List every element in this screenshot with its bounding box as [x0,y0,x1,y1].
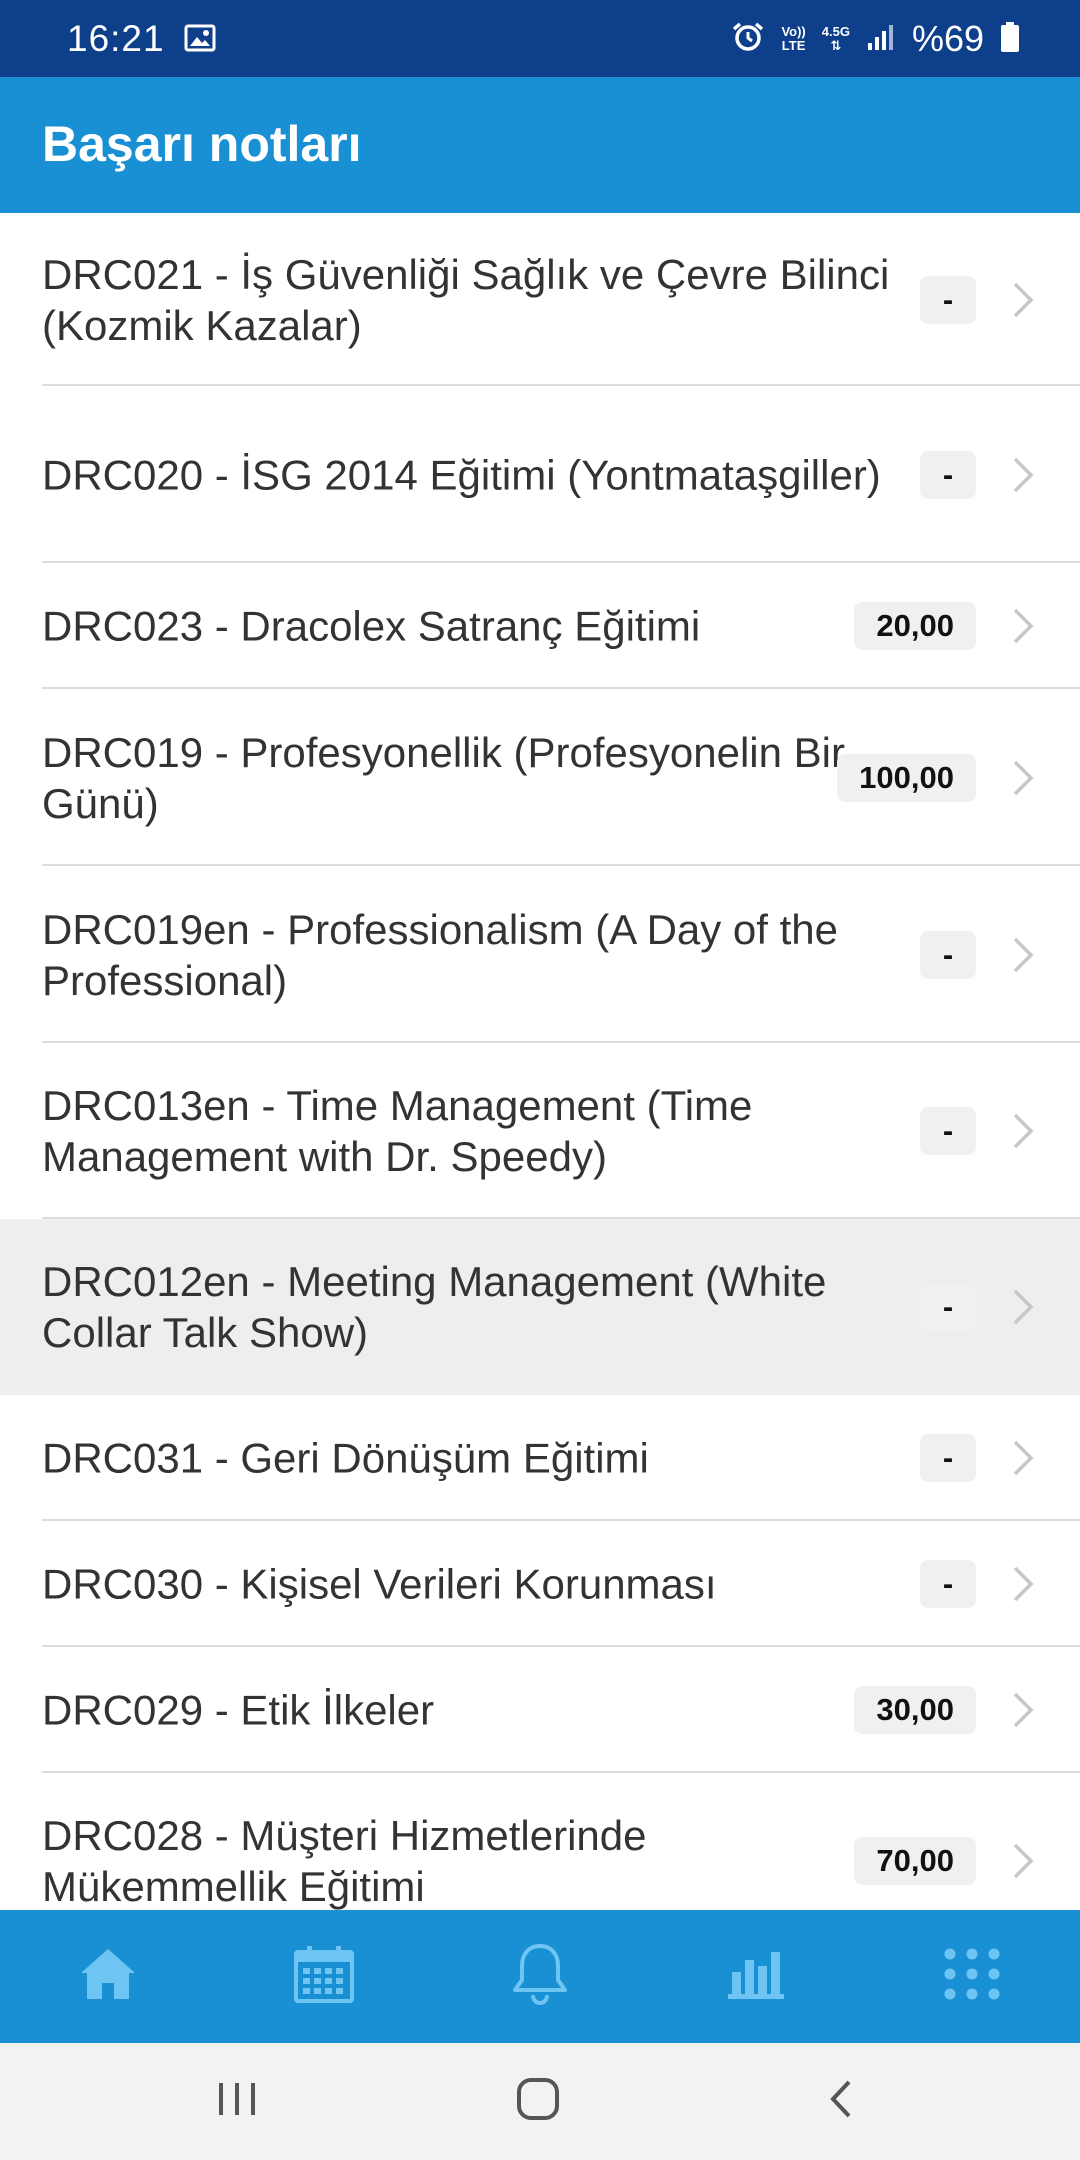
list-item[interactable]: DRC019 - Profesyonellik (Profesyonelin B… [0,689,1080,866]
chevron-right-icon [1012,456,1034,494]
list-item[interactable]: DRC013en - Time Management (Time Managem… [0,1043,1080,1219]
chevron-right-icon [1012,1439,1034,1477]
list-item[interactable]: DRC031 - Geri Dönüşüm Eğitimi - [0,1395,1080,1521]
nav-calendar[interactable] [216,1910,432,2043]
chevron-right-icon [1012,1288,1034,1326]
apps-grid-icon [943,1947,1001,2006]
app-bar: Başarı notları [0,77,1080,213]
course-title: DRC020 - İSG 2014 Eğitimi (Yontmataşgill… [42,451,881,498]
list-item[interactable]: DRC021 - İş Güvenliği Sağlık ve Çevre Bi… [0,213,1080,386]
calendar-icon [293,1944,355,2009]
page-title: Başarı notları [42,116,362,172]
course-list[interactable]: DRC021 - İş Güvenliği Sağlık ve Çevre Bi… [0,213,1080,1910]
score-badge: - [920,450,976,499]
score-badge: 20,00 [854,602,976,650]
nav-home[interactable] [0,1910,216,2043]
nav-reports[interactable] [648,1910,864,2043]
list-item[interactable]: DRC019en - Professionalism (A Day of the… [0,866,1080,1043]
recents-icon [216,2080,258,2123]
signal-icon [866,23,896,56]
list-item[interactable]: DRC029 - Etik İlkeler 30,00 [0,1647,1080,1773]
score-badge: - [920,1434,976,1482]
bell-icon [510,1942,570,2011]
course-title: DRC013en - Time Management (Time Managem… [42,1082,753,1180]
score-badge: - [920,930,976,979]
list-item[interactable]: DRC028 - Müşteri Hizmetlerinde Mükemmell… [0,1773,1080,1910]
list-item[interactable]: DRC023 - Dracolex Satranç Eğitimi 20,00 [0,563,1080,689]
course-title: DRC019 - Profesyonellik (Profesyonelin B… [42,728,845,827]
volte-bottom-label: LTE [781,38,806,53]
score-badge: - [920,275,976,324]
score-badge: - [920,1560,976,1608]
chevron-right-icon [1012,607,1034,645]
recents-button[interactable] [137,2043,337,2160]
nav-more[interactable] [864,1910,1080,2043]
nav-notifications[interactable] [432,1910,648,2043]
battery-percent: %69 [911,18,984,59]
score-badge: - [920,1107,976,1155]
course-title: DRC029 - Etik İlkeler [42,1686,435,1734]
course-title: DRC012en - Meeting Management (White Col… [42,1258,827,1356]
score-badge: - [920,1283,976,1331]
chart-icon [728,1948,784,2005]
back-icon [825,2078,855,2125]
score-badge: 100,00 [837,753,976,802]
course-title: DRC021 - İş Güvenliği Sağlık ve Çevre Bi… [42,250,890,349]
chevron-right-icon [1012,759,1034,797]
home-icon [78,1945,138,2008]
score-badge: 70,00 [854,1837,976,1885]
home-button[interactable] [438,2043,638,2160]
course-title: DRC028 - Müşteri Hizmetlerinde Mükemmell… [42,1812,647,1910]
chevron-right-icon [1012,1691,1034,1729]
network-indicator: 4.5G ⇅ [822,25,850,53]
list-item[interactable]: DRC020 - İSG 2014 Eğitimi (Yontmataşgill… [0,386,1080,563]
image-notification-icon [184,24,216,52]
list-item[interactable]: DRC030 - Kişisel Verileri Korunması - [0,1521,1080,1647]
volte-indicator: Vo)) LTE [781,25,805,53]
course-title: DRC030 - Kişisel Verileri Korunması [42,1560,717,1608]
score-badge: 30,00 [854,1686,976,1734]
course-title: DRC031 - Geri Dönüşüm Eğitimi [42,1434,649,1482]
status-indicators: Vo)) LTE 4.5G ⇅ %69 [731,14,1020,64]
chevron-right-icon [1012,1842,1034,1880]
chevron-right-icon [1012,1112,1034,1150]
back-button[interactable] [740,2043,940,2160]
status-bar: 16:21 Vo)) LTE 4.5G ⇅ %69 [0,0,1080,77]
bottom-navigation [0,1910,1080,2043]
network-type-label: 4.5G [821,24,850,39]
course-title: DRC019en - Professionalism (A Day of the… [42,905,839,1004]
alarm-icon [731,21,765,58]
chevron-right-icon [1012,281,1034,319]
data-arrows-icon: ⇅ [830,38,842,53]
course-title: DRC023 - Dracolex Satranç Eğitimi [42,602,701,650]
list-item-selected[interactable]: DRC012en - Meeting Management (White Col… [0,1219,1080,1395]
status-time: 16:21 [67,18,165,59]
volte-top-label: Vo)) [781,24,806,39]
chevron-right-icon [1012,936,1034,974]
home-button-icon [515,2076,561,2127]
battery-icon [1000,21,1020,58]
chevron-right-icon [1012,1565,1034,1603]
system-navigation-bar [0,2043,1080,2160]
